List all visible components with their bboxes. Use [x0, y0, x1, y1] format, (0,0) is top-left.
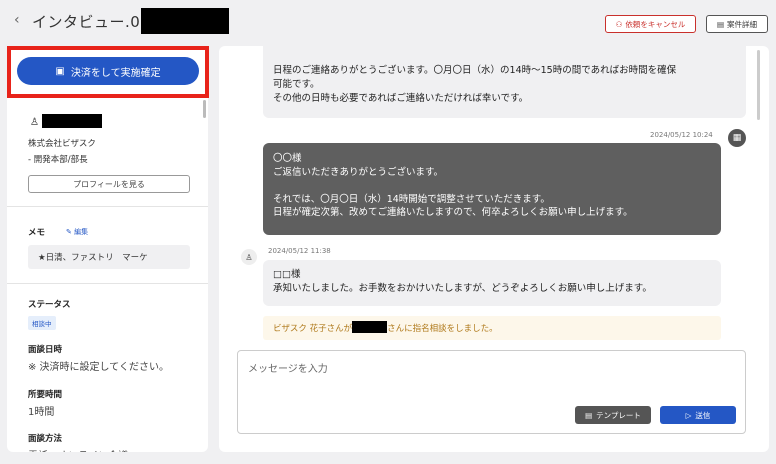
- status-badge: 相談中: [28, 316, 56, 330]
- duration-label: 所要時間: [28, 390, 63, 400]
- message-bubble: 日程のご連絡ありがとうございます。〇月〇日（水）の14時〜15時の間であればお時…: [263, 46, 746, 118]
- message-timestamp: 2024/05/12 11:38: [268, 247, 331, 255]
- system-notice: ビザスク 花子さんが さんに指名相談をしました。: [263, 316, 721, 340]
- user-avatar-icon: ♙: [241, 249, 257, 265]
- card-icon: ▣: [55, 65, 65, 77]
- meeting-method-value: 電話・オンライン会議: [28, 447, 128, 452]
- duration-value: 1時間: [28, 407, 55, 418]
- department: - 開発本部/部長: [28, 155, 88, 165]
- company-name: 株式会社ビザスク: [28, 139, 96, 149]
- project-detail-button[interactable]: ▤ 案件詳細: [706, 15, 768, 33]
- message-input[interactable]: メッセージを入力: [248, 360, 328, 375]
- send-button[interactable]: ▷ 送信: [660, 406, 736, 424]
- redacted-name: [352, 321, 388, 333]
- settle-confirm-button[interactable]: ▣ 決済をして実施確定: [17, 57, 199, 85]
- meeting-date-value: ※ 決済時に設定してください。: [28, 362, 169, 373]
- back-chevron-icon[interactable]: ‹: [14, 12, 20, 28]
- status-label: ステータス: [28, 300, 71, 310]
- divider: [7, 206, 208, 207]
- chat-scrollbar[interactable]: [757, 50, 760, 120]
- template-button[interactable]: ▤ テンプレート: [575, 406, 651, 424]
- divider: [7, 283, 208, 284]
- send-icon: ▷: [685, 410, 692, 420]
- document-icon: ▤: [716, 19, 725, 29]
- redacted-user-name: [42, 114, 102, 128]
- message-bubble-own: 〇〇様 ご返信いただきありがとうございます。 それでは、〇月〇日（水）14時開始…: [263, 143, 721, 235]
- cancel-request-button[interactable]: ⚇ 依頼をキャンセル: [605, 15, 696, 33]
- message-bubble: □□様 承知いたしました。お手数をおかけいたしますが、どうぞよろしくお願い申し上…: [263, 260, 721, 306]
- template-icon: ▤: [585, 410, 593, 420]
- user-icon: ♙: [30, 117, 39, 128]
- view-profile-button[interactable]: プロフィールを見る: [28, 175, 190, 193]
- sidebar-scrollbar[interactable]: [203, 100, 206, 118]
- meeting-date-label: 面談日時: [28, 345, 63, 355]
- meeting-method-label: 面談方法: [28, 434, 63, 444]
- message-timestamp: 2024/05/12 10:24: [650, 131, 713, 139]
- pencil-icon: ✎: [66, 228, 75, 236]
- memo-label: メモ: [28, 228, 46, 238]
- memo-edit-link[interactable]: ✎ 編集: [66, 227, 88, 237]
- header: ‹ インタビュー.03 / ⚇ 依頼をキャンセル ▤ 案件詳細: [0, 0, 776, 44]
- person-minus-icon: ⚇: [615, 19, 623, 29]
- calendar-avatar-icon: ▦: [728, 129, 746, 147]
- redacted-title: [141, 8, 229, 34]
- memo-text: ★日清、ファストリ マーケ: [28, 245, 190, 269]
